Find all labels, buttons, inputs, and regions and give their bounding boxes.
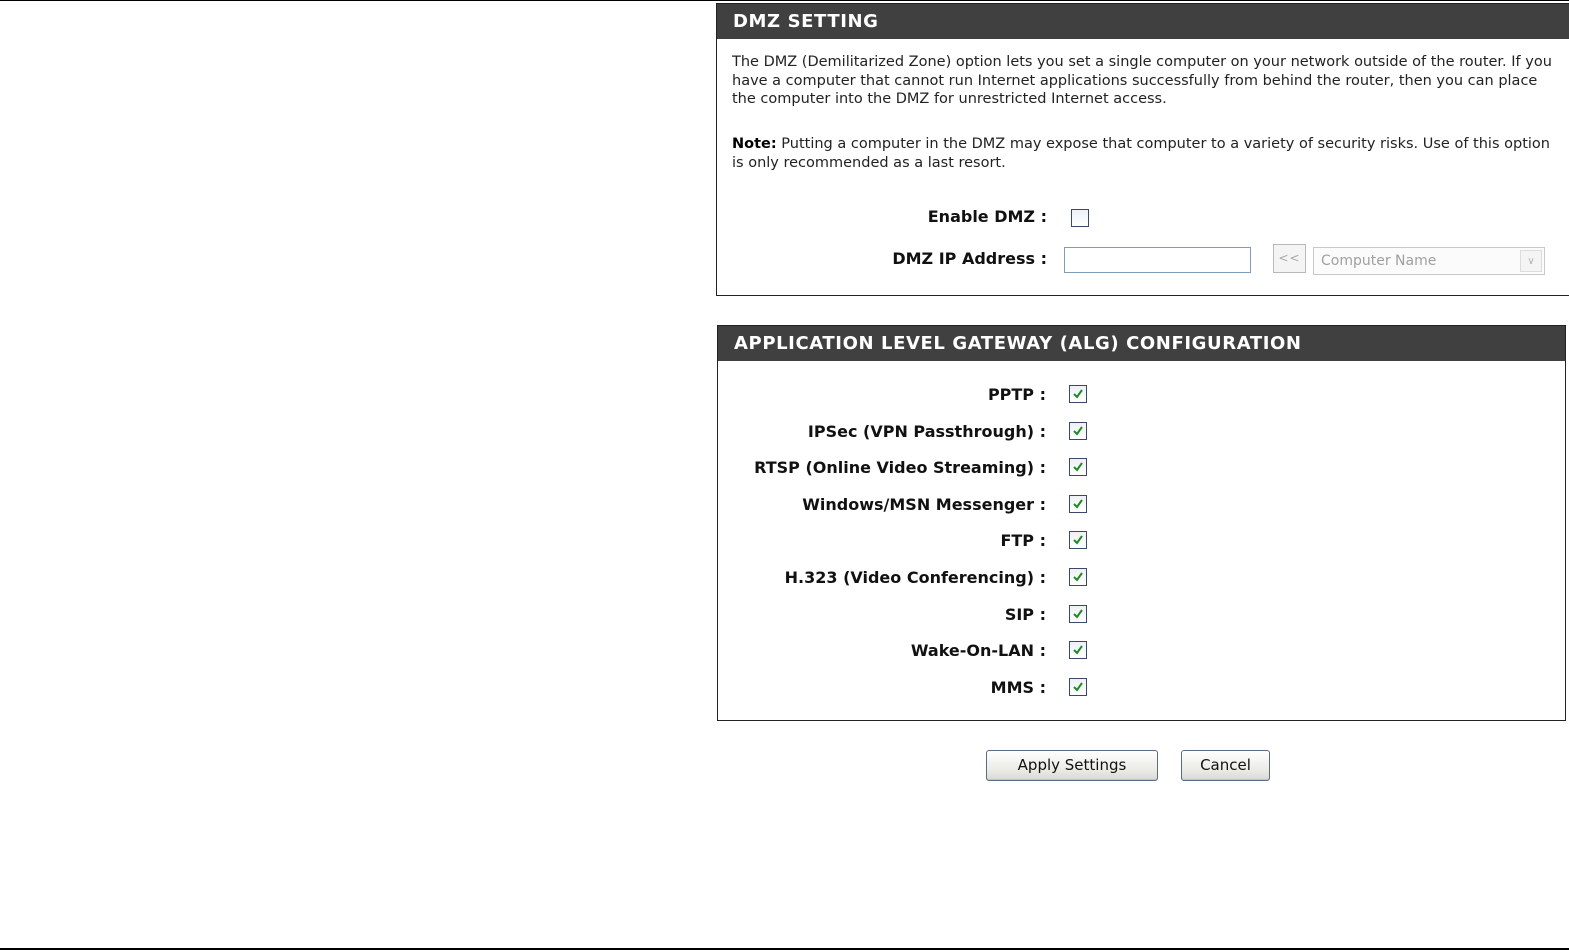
alg-row: RTSP (Online Video Streaming) : [718,456,1567,480]
alg-checkbox[interactable] [1069,458,1087,476]
alg-row: Wake-On-LAN : [718,639,1567,663]
chevron-down-icon[interactable]: ∨ [1520,250,1542,272]
alg-panel-title: APPLICATION LEVEL GATEWAY (ALG) CONFIGUR… [718,326,1565,361]
enable-dmz-row: Enable DMZ : [717,207,1047,229]
alg-checkbox[interactable] [1069,678,1087,696]
alg-row: Windows/MSN Messenger : [718,493,1567,517]
dmz-panel-title: DMZ SETTING [717,4,1569,39]
alg-checkbox[interactable] [1069,422,1087,440]
dmz-description: The DMZ (Demilitarized Zone) option lets… [732,54,1552,107]
alg-label: FTP : [1000,531,1046,550]
alg-checkbox[interactable] [1069,605,1087,623]
computer-name-select-value: Computer Name [1321,253,1437,269]
alg-label: Wake-On-LAN : [910,641,1046,660]
checkmark-icon [1073,535,1083,545]
alg-row: H.323 (Video Conferencing) : [718,566,1567,590]
dmz-note: Note: Putting a computer in the DMZ may … [732,135,1552,172]
cancel-button[interactable]: Cancel [1181,750,1270,781]
alg-row: PPTP : [718,383,1567,407]
enable-dmz-checkbox[interactable] [1071,209,1089,227]
alg-label: PPTP : [987,385,1046,404]
alg-label: RTSP (Online Video Streaming) : [754,458,1046,477]
alg-label: SIP : [1004,605,1046,624]
top-rule [0,0,1569,1]
alg-checkbox[interactable] [1069,641,1087,659]
alg-label: H.323 (Video Conferencing) : [784,568,1046,587]
checkmark-icon [1073,609,1083,619]
dmz-note-label: Note: [732,136,777,152]
checkmark-icon [1073,426,1083,436]
dmz-setting-panel: DMZ SETTING The DMZ (Demilitarized Zone)… [716,3,1569,296]
checkmark-icon [1073,499,1083,509]
alg-row: FTP : [718,529,1567,553]
checkmark-icon [1073,572,1083,582]
alg-row: SIP : [718,603,1567,627]
computer-name-select[interactable]: Computer Name ∨ [1313,247,1545,275]
alg-row: IPSec (VPN Passthrough) : [718,420,1567,444]
bottom-rule [0,948,1569,950]
alg-configuration-panel: APPLICATION LEVEL GATEWAY (ALG) CONFIGUR… [717,325,1566,721]
dmz-ip-label: DMZ IP Address : [892,249,1047,268]
alg-label: Windows/MSN Messenger : [802,495,1046,514]
alg-checkbox[interactable] [1069,531,1087,549]
dmz-ip-address-input[interactable] [1064,247,1251,273]
enable-dmz-label: Enable DMZ : [927,207,1047,226]
alg-checkbox[interactable] [1069,495,1087,513]
checkmark-icon [1073,462,1083,472]
alg-label: IPSec (VPN Passthrough) : [807,422,1046,441]
checkmark-icon [1073,645,1083,655]
alg-label: MMS : [990,678,1046,697]
copy-computer-ip-button[interactable]: << [1273,244,1306,273]
checkmark-icon [1073,682,1083,692]
alg-checkbox[interactable] [1069,568,1087,586]
alg-checkbox[interactable] [1069,385,1087,403]
dmz-note-text: Putting a computer in the DMZ may expose… [732,136,1550,171]
checkmark-icon [1073,389,1083,399]
apply-settings-button[interactable]: Apply Settings [986,750,1158,781]
dmz-ip-row: DMZ IP Address : [717,249,1047,271]
alg-row: MMS : [718,676,1567,700]
